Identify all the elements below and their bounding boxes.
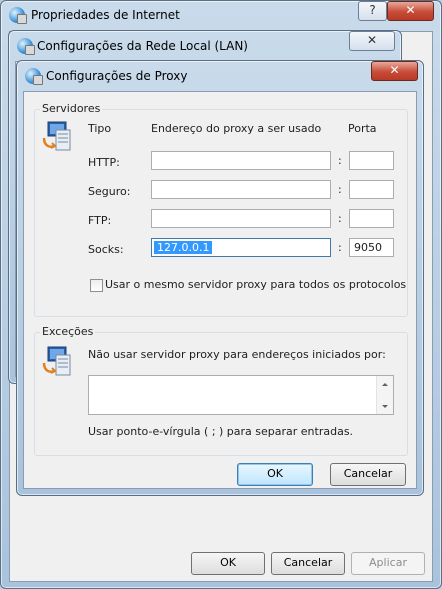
socks-label: Socks: — [88, 243, 124, 256]
cancel-button[interactable]: Cancelar — [271, 552, 345, 575]
window-title: Propriedades de Internet — [31, 8, 180, 22]
proxy-exceptions-icon — [42, 346, 71, 376]
same-proxy-checkbox[interactable] — [90, 279, 103, 292]
exceptions-scrollbar[interactable] — [376, 376, 393, 414]
secure-address-input[interactable] — [151, 180, 331, 199]
exceptions-textarea[interactable] — [88, 375, 394, 415]
ftp-colon: : — [338, 212, 342, 225]
ok-button[interactable]: OK — [237, 463, 313, 486]
scroll-down-icon[interactable] — [377, 401, 393, 413]
proxy-settings-window: Configurações de Proxy ✕ Servidores Tipo… — [16, 60, 424, 496]
internet-explorer-icon — [17, 38, 35, 55]
socks-colon: : — [338, 241, 342, 254]
exceptions-hint: Usar ponto-e-vírgula ( ; ) para separar … — [88, 425, 354, 438]
close-button[interactable]: ✕ — [371, 61, 418, 81]
window-title: Configurações da Rede Local (LAN) — [37, 39, 248, 53]
header-address: Endereço do proxy a ser usado — [151, 122, 322, 135]
exceptions-description: Não usar servidor proxy para endereços i… — [88, 348, 386, 361]
close-button[interactable]: ✕ — [387, 1, 434, 21]
socks-address-input[interactable]: 127.0.0.1 — [151, 238, 331, 257]
scroll-up-icon[interactable] — [377, 378, 393, 390]
servers-group-label: Servidores — [40, 102, 103, 115]
cancel-button[interactable]: Cancelar — [330, 463, 406, 486]
close-button[interactable]: ✕ — [349, 31, 395, 51]
same-proxy-label[interactable]: Usar o mesmo servidor proxy para todos o… — [105, 278, 406, 291]
help-button[interactable]: ? — [358, 1, 387, 21]
proxy-server-icon — [42, 121, 71, 151]
apply-button: Aplicar — [351, 552, 425, 575]
ftp-port-input[interactable] — [349, 209, 394, 228]
window-title: Configurações de Proxy — [46, 69, 188, 83]
http-label: HTTP: — [88, 156, 120, 169]
internet-explorer-icon — [25, 68, 43, 85]
header-type: Tipo — [88, 122, 112, 135]
ok-button[interactable]: OK — [191, 552, 265, 575]
ftp-address-input[interactable] — [151, 209, 331, 228]
secure-port-input[interactable] — [349, 180, 394, 199]
ftp-label: FTP: — [88, 214, 112, 227]
socks-port-value: 9050 — [354, 241, 382, 254]
socks-address-value: 127.0.0.1 — [154, 241, 213, 254]
proxy-settings-client: Servidores Tipo Endereço do proxy a ser … — [23, 91, 417, 489]
internet-explorer-icon — [9, 7, 27, 24]
header-port: Porta — [348, 122, 377, 135]
secure-label: Seguro: — [88, 185, 131, 198]
socks-port-input[interactable]: 9050 — [349, 238, 394, 257]
http-address-input[interactable] — [151, 151, 331, 170]
http-colon: : — [338, 154, 342, 167]
secure-colon: : — [338, 183, 342, 196]
http-port-input[interactable] — [349, 151, 394, 170]
exceptions-group-label: Exceções — [40, 325, 96, 338]
